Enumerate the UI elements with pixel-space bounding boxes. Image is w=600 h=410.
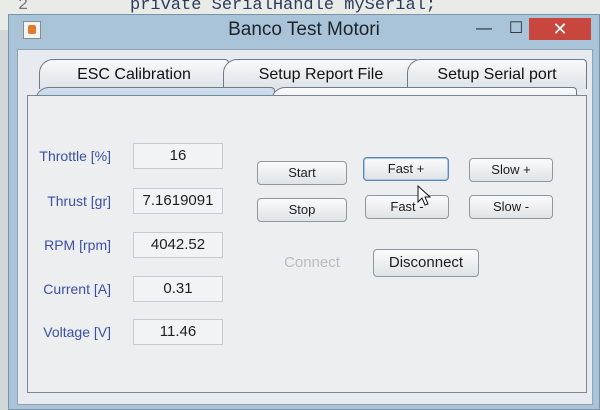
- throttle-value: 16: [133, 143, 223, 169]
- tab-setup-report-file[interactable]: Setup Report File: [223, 59, 419, 89]
- code-line: private SerialHandle mySerial;: [130, 0, 437, 15]
- thrust-label: Thrust [gr]: [47, 193, 111, 209]
- start-button[interactable]: Start: [257, 161, 347, 185]
- close-button[interactable]: ✕: [529, 18, 591, 40]
- stop-button[interactable]: Stop: [257, 198, 347, 222]
- tab-esc-calibration[interactable]: ESC Calibration: [39, 59, 229, 89]
- tab-setup-serial-port[interactable]: Setup Serial port: [407, 59, 587, 89]
- fast-plus-button[interactable]: Fast +: [363, 157, 449, 181]
- voltage-label: Voltage [V]: [43, 324, 111, 340]
- connect-button[interactable]: Connect: [277, 252, 347, 276]
- fast-minus-button[interactable]: Fast -: [365, 195, 449, 219]
- minimize-button[interactable]: —: [469, 18, 499, 40]
- disconnect-button[interactable]: Disconnect: [373, 249, 479, 277]
- line-number: 2: [18, 0, 29, 15]
- slow-minus-button[interactable]: Slow -: [469, 195, 553, 219]
- current-label: Current [A]: [43, 281, 111, 297]
- thrust-value: 7.1619091: [133, 188, 223, 214]
- maximize-button[interactable]: ☐: [501, 18, 531, 40]
- current-value: 0.31: [133, 276, 223, 302]
- title-bar[interactable]: Banco Test Motori — ☐ ✕: [9, 15, 599, 49]
- slow-plus-button[interactable]: Slow +: [469, 158, 553, 182]
- mouse-pointer-icon: [417, 185, 431, 206]
- throttle-label: Throttle [%]: [39, 148, 111, 164]
- app-window: Banco Test Motori — ☐ ✕ ESC Calibration …: [8, 14, 600, 410]
- test-motor-panel: [27, 95, 587, 393]
- rpm-label: RPM [rpm]: [44, 237, 111, 253]
- rpm-value: 4042.52: [133, 232, 223, 258]
- voltage-value: 11.46: [133, 319, 223, 345]
